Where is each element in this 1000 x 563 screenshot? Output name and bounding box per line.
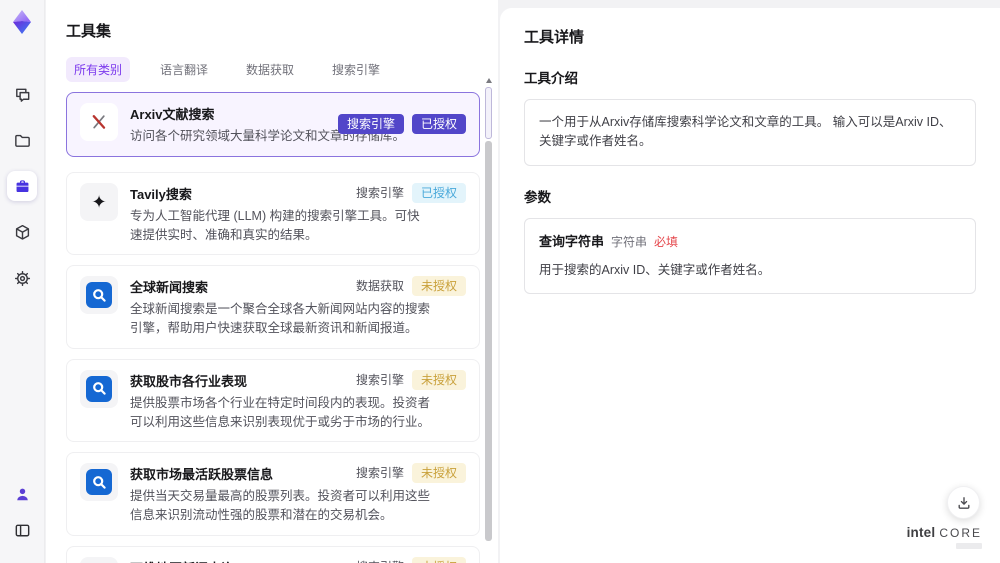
- gear-icon: [14, 270, 30, 286]
- auth-badge: 未授权: [411, 276, 466, 297]
- intro-text: 一个用于从Arxiv存储库搜索科学论文和文章的工具。 输入可以是Arxiv ID…: [539, 115, 952, 149]
- param-required-badge: 必填: [654, 234, 679, 249]
- scrollbar-track[interactable]: [485, 141, 492, 541]
- star-icon: ✦: [80, 182, 118, 221]
- app-logo[interactable]: [7, 7, 37, 37]
- auth-badge: 已授权: [411, 182, 466, 203]
- auth-badge: 未授权: [411, 369, 466, 390]
- category-label: 搜索引擎: [355, 372, 404, 387]
- icon-sidebar: [0, 0, 45, 563]
- tab-search-engine[interactable]: 搜索引擎: [324, 57, 388, 82]
- tool-desc: 提供当天交易量最高的股票列表。投资者可以利用这些信息来识别流动性强的股票和潜在的…: [130, 489, 431, 522]
- intel-wordmark: intel: [906, 525, 936, 540]
- tab-data-fetch[interactable]: 数据获取: [238, 57, 302, 82]
- user-avatar-icon: [16, 488, 28, 500]
- scrollbar-thumb[interactable]: [485, 87, 492, 139]
- app-window: 工具集 所有类别 语言翻译 数据获取 搜索引擎 Arxiv文献搜索 访问各个研究…: [0, 0, 1000, 563]
- arxiv-icon: [80, 103, 118, 141]
- intro-section-title: 工具介绍: [524, 71, 578, 86]
- chat-icon: [15, 88, 29, 102]
- param-type: 字符串: [611, 234, 648, 249]
- tool-detail-panel: 工具详情 工具介绍 一个用于从Arxiv存储库搜索科学论文和文章的工具。 输入可…: [500, 8, 1000, 563]
- sidebar-bottom: [7, 479, 37, 551]
- tab-language-translation[interactable]: 语言翻译: [152, 57, 216, 82]
- user-avatar[interactable]: [7, 479, 37, 509]
- tool-card-regional-news[interactable]: 万维地区新闻查询 查询具体行政区划内的新闻，快速了解各地新闻动 搜索引擎 未授权: [66, 545, 480, 563]
- category-label: 搜索引擎: [355, 466, 404, 481]
- param-name: 查询字符串: [539, 233, 605, 249]
- scroll-up-arrow[interactable]: [485, 78, 492, 83]
- tool-list-panel: 工具集 所有类别 语言翻译 数据获取 搜索引擎 Arxiv文献搜索 访问各个研究…: [46, 0, 498, 563]
- auth-badge: 未授权: [411, 556, 466, 563]
- category-label: 数据获取: [355, 279, 404, 294]
- panel-toggle-icon: [15, 524, 29, 536]
- tool-desc: 专为人工智能代理 (LLM) 构建的搜索引擎工具。可快速提供实时、准确和真实的结…: [130, 208, 420, 242]
- core-wordmark: CORE: [939, 526, 982, 540]
- category-label: 搜索引擎: [356, 557, 404, 563]
- sidebar-nav: [7, 79, 37, 309]
- search-icon: [80, 369, 118, 408]
- tool-card-tavily[interactable]: ✦ Tavily搜索 专为人工智能代理 (LLM) 构建的搜索引擎工具。可快速提…: [66, 171, 480, 256]
- panel-toggle[interactable]: [7, 515, 37, 545]
- tool-card-arxiv[interactable]: Arxiv文献搜索 访问各个研究领域大量科学论文和文章的存储库。 搜索引擎 已授…: [66, 92, 480, 157]
- sidebar-item-files[interactable]: [7, 125, 37, 155]
- category-badge: 搜索引擎: [337, 114, 404, 135]
- news-building-icon: [80, 556, 118, 563]
- category-tabs: 所有类别 语言翻译 数据获取 搜索引擎: [66, 57, 478, 82]
- tool-card-stock-sectors[interactable]: 获取股市各行业表现 提供股票市场各个行业在特定时间段内的表现。投资者可以利用这些…: [66, 358, 480, 443]
- folder-icon: [14, 134, 30, 147]
- tool-card-global-news[interactable]: 全球新闻搜索 全球新闻搜索是一个聚合全球各大新闻网站内容的搜索引擎，帮助用户快速…: [66, 265, 480, 349]
- param-desc: 用于搜索的Arxiv ID、关键字或作者姓名。: [539, 262, 771, 277]
- tool-card-list: Arxiv文献搜索 访问各个研究领域大量科学论文和文章的存储库。 搜索引擎 已授…: [66, 92, 480, 563]
- download-icon: [958, 496, 969, 509]
- search-icon: [80, 463, 118, 502]
- auth-badge: 未授权: [411, 463, 466, 484]
- tool-desc: 提供股票市场各个行业在特定时间段内的表现。投资者可以利用这些信息来识别表现优于或…: [130, 395, 431, 429]
- auth-badge: 已授权: [411, 114, 466, 135]
- param-box: 查询字符串 字符串 必填 用于搜索的Arxiv ID、关键字或作者姓名。: [524, 217, 976, 295]
- detail-title: 工具详情: [524, 29, 585, 46]
- tab-all-categories[interactable]: 所有类别: [66, 57, 131, 82]
- cube-icon: [15, 224, 29, 240]
- tool-card-active-stocks[interactable]: 获取市场最活跃股票信息 提供当天交易量最高的股票列表。投资者可以利用这些信息来识…: [66, 452, 480, 536]
- sidebar-item-settings[interactable]: [7, 263, 37, 293]
- scrollbar[interactable]: [485, 78, 492, 550]
- intro-box: 一个用于从Arxiv存储库搜索科学论文和文章的工具。 输入可以是Arxiv ID…: [524, 99, 976, 166]
- sidebar-item-tools[interactable]: [7, 171, 37, 201]
- intel-sub-mark: [956, 543, 982, 549]
- tool-desc: 全球新闻搜索是一个聚合全球各大新闻网站内容的搜索引擎，帮助用户快速获取全球最新资…: [130, 302, 431, 335]
- sidebar-item-packages[interactable]: [7, 217, 37, 247]
- search-icon: [80, 276, 118, 315]
- category-label: 搜索引擎: [355, 185, 404, 200]
- sidebar-item-chat[interactable]: [7, 79, 37, 109]
- briefcase-icon: [16, 179, 28, 192]
- download-button[interactable]: [947, 486, 980, 519]
- params-section-title: 参数: [524, 189, 551, 205]
- page-title: 工具集: [66, 23, 112, 40]
- intel-core-logo: intel CORE: [907, 525, 982, 549]
